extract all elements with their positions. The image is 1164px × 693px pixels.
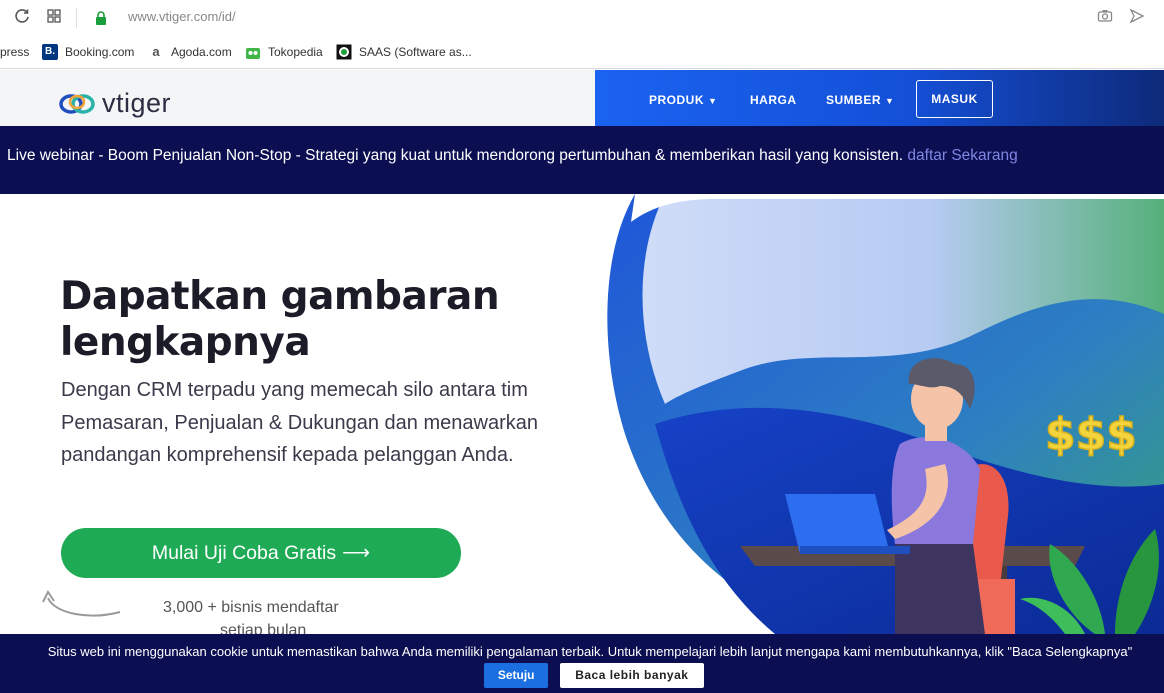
booking-favicon-icon: B. (42, 44, 58, 60)
cookie-text-wrapper: Situs web ini menggunakan cookie untuk m… (20, 641, 1160, 688)
nav-produk-label: PRODUK (649, 93, 705, 107)
main-nav: PRODUK ▼ HARGA SUMBER ▼ MASUK (595, 70, 1164, 126)
lock-icon[interactable] (95, 10, 107, 25)
free-trial-button[interactable]: Mulai Uji Coba Gratis ⟶ (61, 528, 461, 578)
cookie-banner: Situs web ini menggunakan cookie untuk m… (0, 634, 1164, 693)
nav-harga-label: HARGA (750, 93, 797, 107)
hero-title: Dapatkan gambaran lengkapnya (60, 274, 500, 365)
login-button[interactable]: MASUK (916, 80, 993, 118)
nav-harga[interactable]: HARGA (750, 93, 797, 107)
free-trial-label: Mulai Uji Coba Gratis (151, 541, 337, 564)
toolbar-divider (76, 8, 77, 28)
tokopedia-favicon-icon (245, 44, 261, 60)
chevron-down-icon: ▼ (885, 96, 895, 106)
site-header: vtiger PRODUK ▼ HARGA SUMBER ▼ MASUK (0, 70, 1164, 126)
banner-message: Live webinar - Boom Penjualan Non-Stop -… (7, 147, 904, 164)
vtiger-logo-icon (59, 93, 95, 114)
signup-count: 3,000 + bisnis mendaftar (163, 599, 339, 616)
nav-sumber[interactable]: SUMBER ▼ (826, 93, 894, 107)
saas-favicon-icon (336, 44, 352, 60)
logo-text: vtiger (102, 88, 172, 118)
bookmark-label: Agoda.com (171, 45, 232, 59)
apps-grid-icon[interactable] (44, 8, 64, 28)
nav-produk[interactable]: PRODUK ▼ (649, 93, 717, 107)
bookmark-label: SAAS (Software as... (359, 45, 472, 59)
curved-arrow-icon (42, 590, 121, 617)
arrow-right-icon: ⟶ (342, 542, 371, 564)
bookmark-saas[interactable]: SAAS (Software as... (336, 43, 472, 61)
camera-icon[interactable] (1095, 8, 1115, 28)
bookmark-agoda[interactable]: a Agoda.com (148, 43, 232, 61)
bookmark-booking[interactable]: B. Booking.com (42, 43, 134, 61)
agoda-favicon-icon: a (152, 44, 160, 59)
hero-illustration: $$$ (607, 194, 1164, 634)
cookie-accept-button[interactable]: Setuju (484, 663, 549, 688)
hero-description: Dengan CRM terpadu yang memecah silo ant… (61, 379, 538, 466)
bookmark-label: Tokopedia (268, 45, 323, 59)
bookmark-label: xpress (0, 45, 30, 59)
vtiger-logo[interactable]: vtiger (58, 88, 171, 119)
banner-text-wrapper: Live webinar - Boom Penjualan Non-Stop -… (7, 147, 1018, 165)
bookmark-tokopedia[interactable]: Tokopedia (245, 43, 323, 61)
bookmark-express[interactable]: xpress (0, 43, 29, 61)
bookmarks-bar: xpress B. Booking.com a Agoda.com Tokope… (0, 36, 1164, 69)
browser-toolbar: www.vtiger.com/id/ (0, 0, 1164, 36)
webinar-banner: Live webinar - Boom Penjualan Non-Stop -… (0, 126, 1164, 194)
svg-text:$$$: $$$ (1045, 409, 1137, 460)
address-bar[interactable]: www.vtiger.com/id/ (128, 9, 236, 24)
signup-suffix: setiap bulan (220, 622, 307, 634)
cookie-message: Situs web ini menggunakan cookie untuk m… (47, 644, 1133, 659)
bookmark-label: Booking.com (65, 45, 135, 59)
hero-section: $$$ Dapatkan gambaran lengkapnya Dengan … (0, 194, 1164, 634)
reload-icon[interactable] (12, 8, 32, 28)
banner-register-link[interactable]: daftar Sekarang (907, 147, 1017, 164)
nav-sumber-label: SUMBER (826, 93, 882, 107)
cookie-read-more-button[interactable]: Baca lebih banyak (559, 663, 704, 688)
send-icon[interactable] (1127, 8, 1147, 28)
chevron-down-icon: ▼ (708, 96, 718, 106)
